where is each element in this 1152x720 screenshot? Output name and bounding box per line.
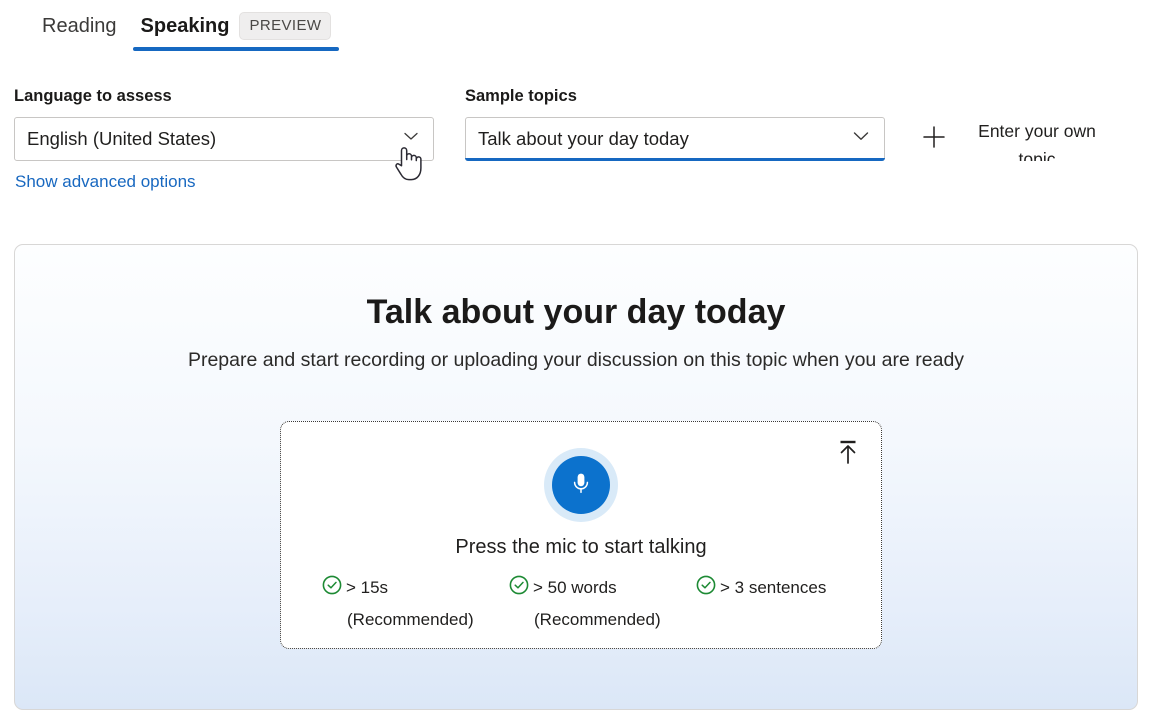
enter-own-topic-button[interactable]: Enter your own topic <box>920 117 1112 161</box>
check-circle-icon <box>508 574 530 601</box>
upload-button[interactable] <box>831 437 865 471</box>
requirement-item: > 50 words (Recommended) <box>508 574 688 628</box>
preview-badge: PREVIEW <box>239 12 331 40</box>
mic-button[interactable] <box>544 448 618 522</box>
tab-speaking-label: Speaking <box>141 16 230 36</box>
topic-label: Sample topics <box>465 88 885 105</box>
tab-speaking[interactable]: Speaking PREVIEW <box>129 0 344 52</box>
requirement-main: > 50 words <box>508 574 617 601</box>
panel-subtitle: Prepare and start recording or uploading… <box>15 349 1137 372</box>
tab-active-underline <box>133 47 340 51</box>
requirement-text: > 3 sentences <box>720 579 826 596</box>
requirement-text: > 15s <box>346 579 388 596</box>
tab-bar: Reading Speaking PREVIEW <box>0 0 1152 60</box>
chevron-down-icon <box>401 126 421 151</box>
topic-field: Sample topics Talk about your day today <box>465 88 885 161</box>
mic-button-inner <box>552 456 610 514</box>
show-advanced-options-link[interactable]: Show advanced options <box>15 173 434 190</box>
press-mic-text: Press the mic to start talking <box>281 535 881 559</box>
plus-icon <box>920 123 948 156</box>
language-value: English (United States) <box>27 128 391 150</box>
language-field: Language to assess English (United State… <box>14 88 434 190</box>
tab-reading[interactable]: Reading <box>30 0 129 52</box>
tab-reading-label: Reading <box>42 16 117 36</box>
language-label: Language to assess <box>14 88 434 105</box>
requirement-note: (Recommended) <box>347 611 474 628</box>
panel-title: Talk about your day today <box>15 294 1137 331</box>
controls-row: Language to assess English (United State… <box>0 60 1152 190</box>
check-circle-icon <box>321 574 343 601</box>
requirement-main: > 3 sentences <box>695 574 826 601</box>
microphone-icon <box>566 468 596 503</box>
requirements-row: > 15s (Recommended) > 50 words (Recommen… <box>321 574 855 628</box>
requirement-note: (Recommended) <box>534 611 661 628</box>
recorder-card: Press the mic to start talking > 15s (Re… <box>280 421 882 649</box>
upload-icon <box>835 438 861 471</box>
requirement-main: > 15s <box>321 574 388 601</box>
topic-combobox[interactable]: Talk about your day today <box>465 117 885 161</box>
language-combobox[interactable]: English (United States) <box>14 117 434 161</box>
enter-own-topic-label: Enter your own topic <box>962 117 1112 161</box>
check-circle-icon <box>695 574 717 601</box>
requirement-item: > 15s (Recommended) <box>321 574 501 628</box>
speaking-assessment-panel: Talk about your day today Prepare and st… <box>14 244 1138 710</box>
chevron-down-icon <box>850 125 872 152</box>
requirement-text: > 50 words <box>533 579 617 596</box>
requirement-item: > 3 sentences <box>695 574 855 628</box>
topic-value: Talk about your day today <box>478 128 840 150</box>
